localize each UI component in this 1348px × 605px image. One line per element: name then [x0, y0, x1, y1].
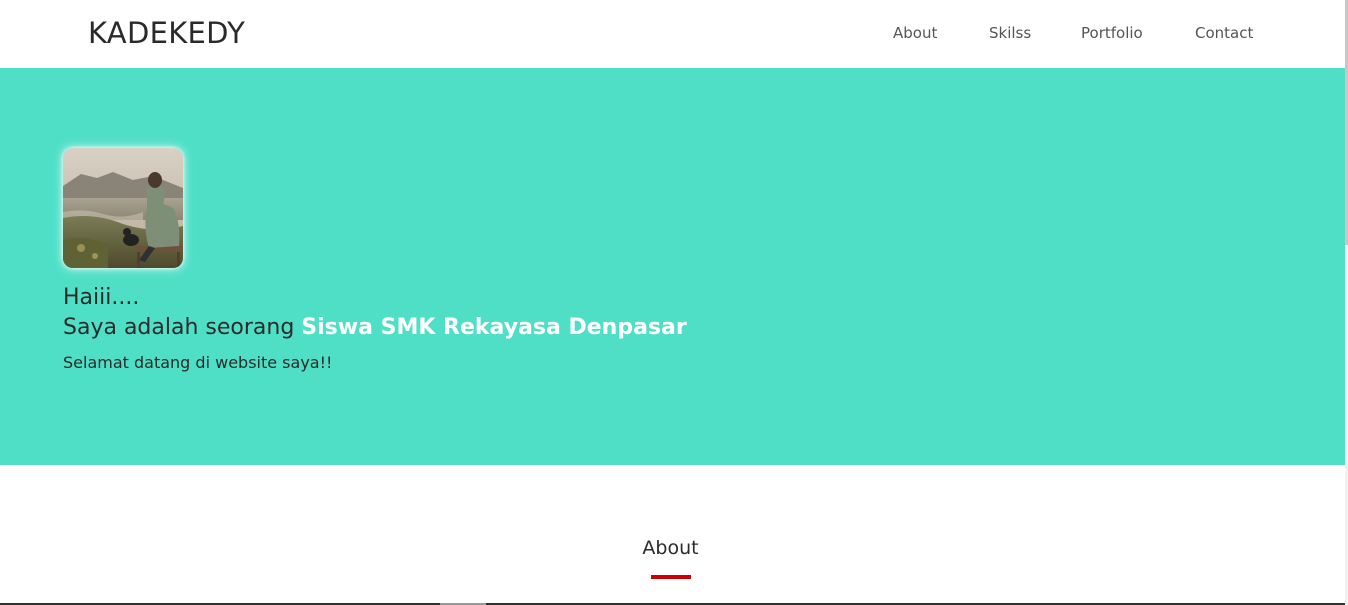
hero-intro: Saya adalah seorang Siswa SMK Rekayasa D…	[63, 313, 687, 343]
nav-link-about[interactable]: About	[893, 22, 937, 44]
nav-link-skills[interactable]: Skilss	[989, 22, 1031, 44]
nav-links: About Skilss Portfolio Contact	[0, 22, 1345, 44]
profile-avatar	[63, 148, 183, 268]
about-heading: About	[642, 537, 699, 559]
hero-intro-prefix: Saya adalah seorang	[63, 315, 302, 340]
navbar: KADEKEDY About Skilss Portfolio Contact	[0, 0, 1345, 68]
hero-intro-highlight: Siswa SMK Rekayasa Denpasar	[301, 315, 687, 340]
hero-greeting: Haiii....	[63, 285, 140, 310]
nav-link-portfolio[interactable]: Portfolio	[1081, 22, 1143, 44]
hero-subtitle: Selamat datang di website saya!!	[63, 353, 333, 372]
hero-section: Haiii.... Saya adalah seorang Siswa SMK …	[0, 68, 1345, 465]
page: KADEKEDY About Skilss Portfolio Contact	[0, 0, 1348, 605]
about-underline	[651, 575, 691, 579]
nav-link-contact[interactable]: Contact	[1195, 22, 1253, 44]
about-section: About	[0, 465, 1345, 605]
